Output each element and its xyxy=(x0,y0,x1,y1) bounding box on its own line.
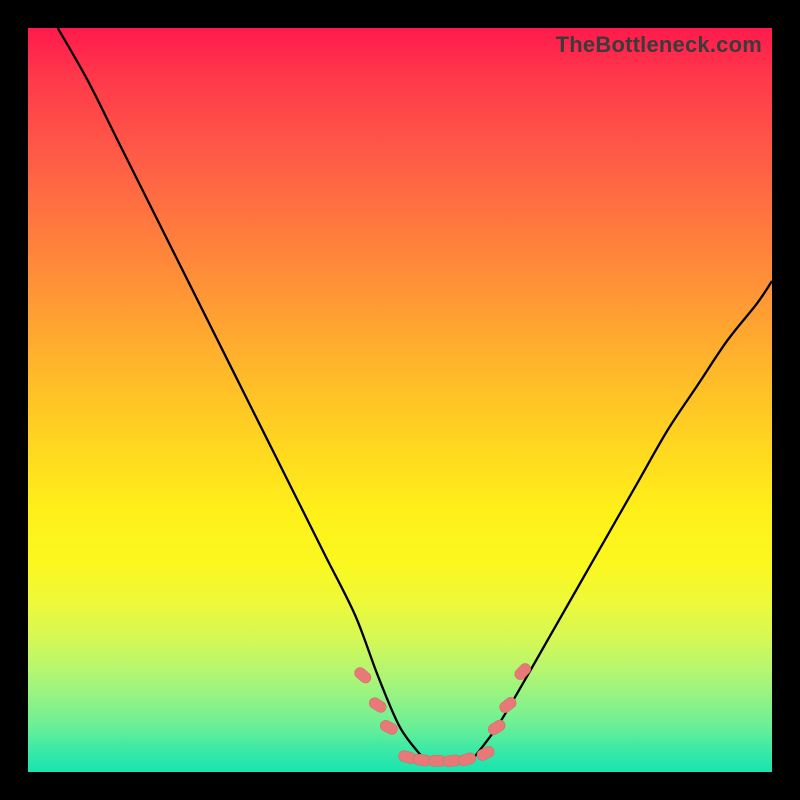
left-curve xyxy=(58,28,423,757)
data-marker xyxy=(352,665,373,685)
data-marker xyxy=(486,718,507,737)
data-marker xyxy=(475,745,496,763)
chart-svg xyxy=(28,28,772,772)
right-curve xyxy=(474,281,772,757)
data-marker xyxy=(367,696,388,715)
data-marker xyxy=(513,661,533,682)
plot-area: TheBottleneck.com xyxy=(28,28,772,772)
outer-frame: TheBottleneck.com xyxy=(0,0,800,800)
data-marker xyxy=(457,752,477,768)
